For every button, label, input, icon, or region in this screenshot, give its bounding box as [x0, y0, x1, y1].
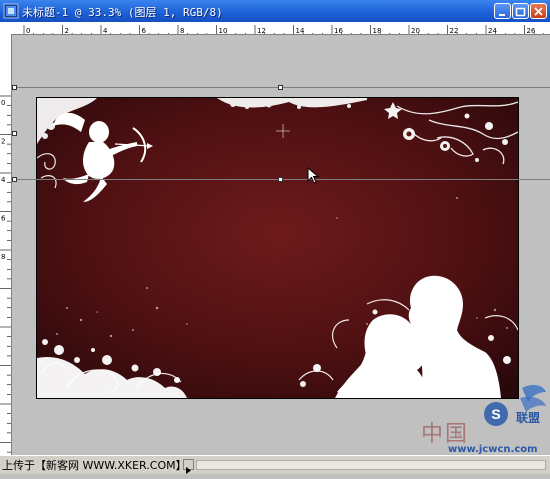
title-bar[interactable]: 未标题-1 @ 33.3% (图层 1, RGB/8)	[0, 0, 550, 22]
ruler-label: 6	[142, 27, 147, 35]
close-button[interactable]	[530, 3, 547, 19]
minimize-button[interactable]	[494, 3, 511, 19]
ruler-label: 24	[488, 27, 497, 35]
play-arrow-icon	[186, 467, 191, 474]
ruler-label: 2	[65, 27, 69, 35]
mouse-cursor-icon	[307, 167, 319, 184]
document-canvas[interactable]	[36, 97, 519, 399]
horizontal-ruler-ticks: 0 2 4 6 8 10 12 14 16 18 20 22 24 26	[23, 25, 545, 35]
maximize-icon	[515, 7, 526, 17]
vertical-ruler-ticks: 0 2 4 6 8	[0, 95, 11, 453]
logo-label: 联盟	[516, 411, 540, 425]
ruler-label: 0	[1, 99, 5, 107]
transform-handle-bottom[interactable]	[278, 177, 283, 182]
transform-handle-top-left[interactable]	[12, 85, 17, 90]
ruler-label: 8	[1, 253, 5, 261]
ruler-label: 6	[1, 215, 6, 223]
ruler-label: 26	[527, 27, 536, 35]
valentine-artwork	[37, 98, 518, 398]
watermark-url: www.jcwcn.com	[448, 444, 538, 455]
ruler-label: 2	[1, 138, 5, 146]
svg-text:S: S	[491, 406, 500, 422]
minimize-icon	[499, 14, 505, 16]
transform-handle-bottom-left[interactable]	[12, 177, 17, 182]
ruler-label: 4	[103, 27, 108, 35]
ruler-label: 0	[26, 27, 30, 35]
transform-handle-top[interactable]	[278, 85, 283, 90]
horizontal-ruler[interactable]: 0 2 4 6 8 10 12 14 16 18 20 22 24 26	[11, 22, 550, 35]
ruler-label: 8	[180, 27, 184, 35]
ruler-label: 4	[1, 176, 6, 184]
ruler-label: 16	[334, 27, 343, 35]
photoshop-document-icon	[3, 3, 19, 19]
window-title: 未标题-1 @ 33.3% (图层 1, RGB/8)	[22, 6, 223, 19]
ruler-label: 14	[296, 27, 305, 35]
vertical-ruler[interactable]: 0 2 4 6 8	[0, 34, 12, 456]
jcwcn-logo-watermark: S 联盟	[484, 385, 546, 426]
status-menu-button[interactable]	[183, 459, 194, 474]
status-bar: 上传于【新客网 WWW.XKER.COM】	[0, 455, 550, 474]
canvas-workspace[interactable]	[12, 35, 550, 455]
maximize-button[interactable]	[512, 3, 529, 19]
horizontal-scrollbar[interactable]	[196, 460, 546, 470]
status-text: 上传于【新客网 WWW.XKER.COM】	[2, 459, 187, 472]
transform-handle-left[interactable]	[12, 131, 17, 136]
photoshop-document-window: 未标题-1 @ 33.3% (图层 1, RGB/8) 0 2 4 6 8 10 12 14 1…	[0, 0, 550, 474]
close-icon	[534, 7, 543, 16]
